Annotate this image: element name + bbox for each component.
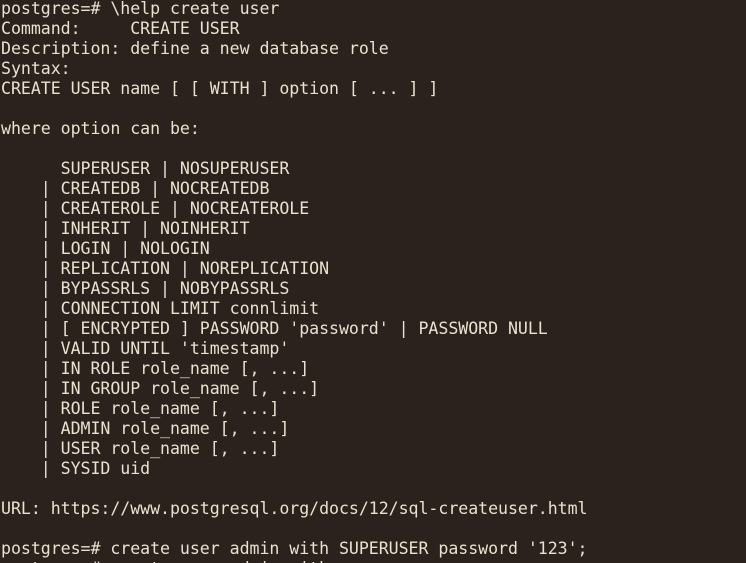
terminal-line-syntax-label: Syntax: [1, 59, 71, 78]
terminal-line-option-sysid: | SYSID uid [1, 459, 151, 478]
terminal-line-option-replication: | REPLICATION | NOREPLICATION [1, 259, 330, 278]
terminal-line-blank-3 [1, 479, 745, 499]
terminal-line-command: Command: CREATE USER [1, 19, 240, 38]
terminal-line-clipped: postgres=# create user admin with [1, 559, 745, 563]
terminal-line-url: URL: https://www.postgresql.org/docs/12/… [1, 499, 588, 518]
terminal-line-option-role: | ROLE role_name [, ...] [1, 399, 280, 418]
terminal-line-description: Description: define a new database role [1, 39, 389, 58]
terminal-line-help-command: postgres=# \help create user [1, 0, 280, 18]
terminal-line-option-valid-until: | VALID UNTIL 'timestamp' [1, 339, 290, 358]
terminal-line-syntax: CREATE USER name [ [ WITH ] option [ ...… [1, 79, 439, 98]
terminal-line-option-connection-limit: | CONNECTION LIMIT connlimit [1, 299, 320, 318]
terminal-line-option-inherit: | INHERIT | NOINHERIT [1, 219, 250, 238]
terminal-line-option-createrole: | CREATEROLE | NOCREATEROLE [1, 199, 310, 218]
terminal-line-option-user: | USER role_name [, ...] [1, 439, 280, 458]
terminal-line-option-login: | LOGIN | NOLOGIN [1, 239, 210, 258]
terminal-line-option-createdb: | CREATEDB | NOCREATEDB [1, 179, 270, 198]
terminal-line-option-in-group: | IN GROUP role_name [, ...] [1, 379, 320, 398]
terminal-line-blank-4 [1, 519, 745, 539]
terminal-line-entered-command[interactable]: postgres=# create user admin with SUPERU… [1, 539, 745, 559]
terminal-line-option-admin: | ADMIN role_name [, ...] [1, 419, 290, 438]
terminal-line-option-in-role: | IN ROLE role_name [, ...] [1, 359, 310, 378]
terminal-line-option-bypassrls: | BYPASSRLS | NOBYPASSRLS [1, 279, 290, 298]
terminal-line-blank-2 [1, 139, 745, 159]
terminal-window[interactable]: postgres=# \help create user Command: CR… [0, 0, 746, 563]
terminal-line-blank-1 [1, 99, 745, 119]
terminal-line-option-superuser: SUPERUSER | NOSUPERUSER [1, 159, 290, 178]
terminal-screen[interactable]: postgres=# \help create user Command: CR… [1, 0, 745, 563]
terminal-line-option-password: | [ ENCRYPTED ] PASSWORD 'password' | PA… [1, 319, 548, 338]
terminal-line-where-option: where option can be: [1, 119, 200, 138]
